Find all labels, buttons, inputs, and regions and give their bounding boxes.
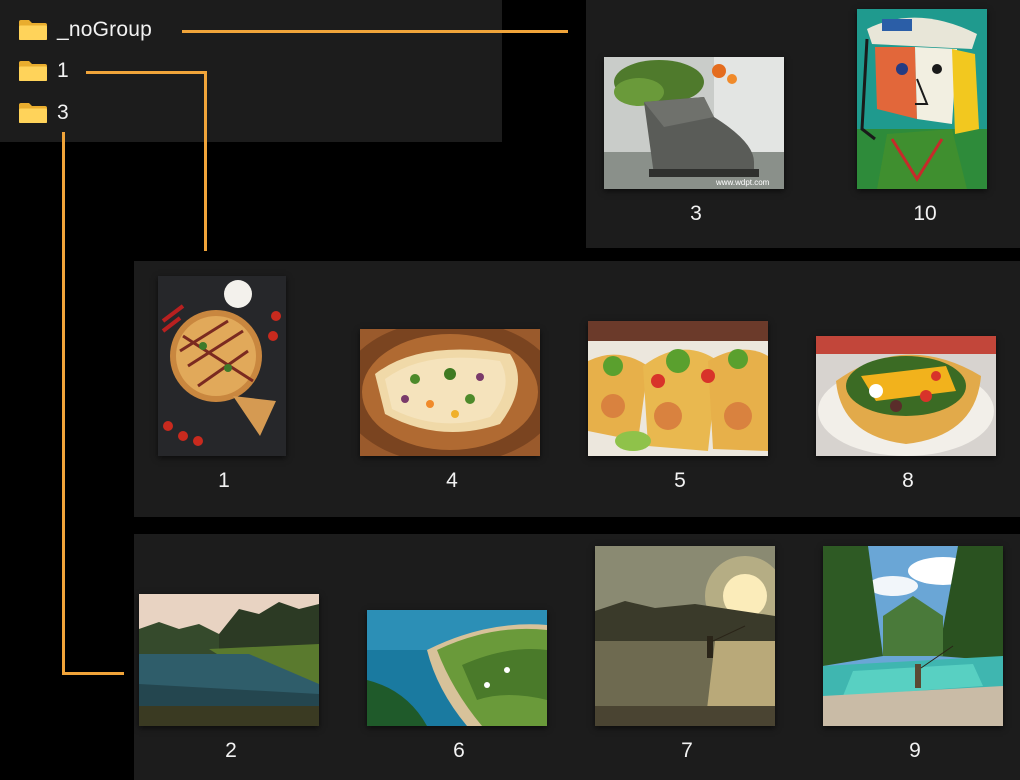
thumbnail-cubist-portrait[interactable]	[857, 9, 987, 189]
svg-text:www.wdpt.com: www.wdpt.com	[715, 178, 770, 187]
thumbnail-label: 1	[218, 469, 230, 492]
folder-item-1[interactable]: 1	[18, 56, 69, 86]
river-landscape-image	[139, 594, 319, 726]
folder-label: _noGroup	[57, 18, 153, 41]
folder-item-nogroup[interactable]: _noGroup	[18, 15, 152, 45]
thumbnail-label: 7	[681, 739, 693, 762]
thumbnail-pizza[interactable]	[158, 276, 286, 456]
folder-item-3[interactable]: 3	[18, 98, 69, 128]
sunset-fishing-image	[595, 546, 775, 726]
folder-label: 3	[57, 101, 69, 124]
connector-line-group3-horizontal	[62, 672, 124, 675]
folder-list-panel: _noGroup 1 3	[0, 0, 502, 142]
pizza-image	[158, 276, 286, 456]
thumbnail-flatbread[interactable]	[360, 329, 540, 456]
mountain-river-fishing-image	[823, 546, 1003, 726]
folder-icon	[19, 20, 47, 40]
connector-line-group1-vertical	[204, 71, 207, 251]
thumbnail-sunset-fishing[interactable]	[595, 546, 775, 726]
folder-icon	[19, 61, 47, 81]
thumbnail-label: 3	[690, 202, 702, 225]
thumbnail-tacos[interactable]	[588, 321, 768, 456]
cubist-portrait-image	[857, 9, 987, 189]
folder-label: 1	[57, 59, 69, 82]
connector-line-group3-vertical	[62, 132, 65, 675]
thumbnail-label: 9	[909, 739, 921, 762]
image-group-nogroup: www.wdpt.com 3 10	[586, 0, 1020, 248]
coastline-aerial-image	[367, 610, 547, 726]
thumbnail-label: 6	[453, 739, 465, 762]
connector-line-group1-horizontal	[86, 71, 206, 74]
connector-line-nogroup	[182, 30, 568, 33]
thumbnail-mountain-river-fishing[interactable]	[823, 546, 1003, 726]
thumbnail-label: 2	[225, 739, 237, 762]
thumbnail-river-landscape[interactable]	[139, 594, 319, 726]
taco-salad-image	[816, 336, 996, 456]
flatbread-image	[360, 329, 540, 456]
thumbnail-boot-planter[interactable]: www.wdpt.com	[604, 57, 784, 189]
folder-icon	[19, 103, 47, 123]
image-group-1: 1 4 5 8	[134, 261, 1020, 517]
tacos-image	[588, 321, 768, 456]
image-group-3: 2 6 7 9	[134, 534, 1020, 780]
thumbnail-taco-salad[interactable]	[816, 336, 996, 456]
thumbnail-coastline-aerial[interactable]	[367, 610, 547, 726]
thumbnail-label: 8	[902, 469, 914, 492]
thumbnail-label: 10	[913, 202, 937, 225]
thumbnail-label: 4	[446, 469, 458, 492]
boot-planter-image: www.wdpt.com	[604, 57, 784, 189]
thumbnail-label: 5	[674, 469, 686, 492]
